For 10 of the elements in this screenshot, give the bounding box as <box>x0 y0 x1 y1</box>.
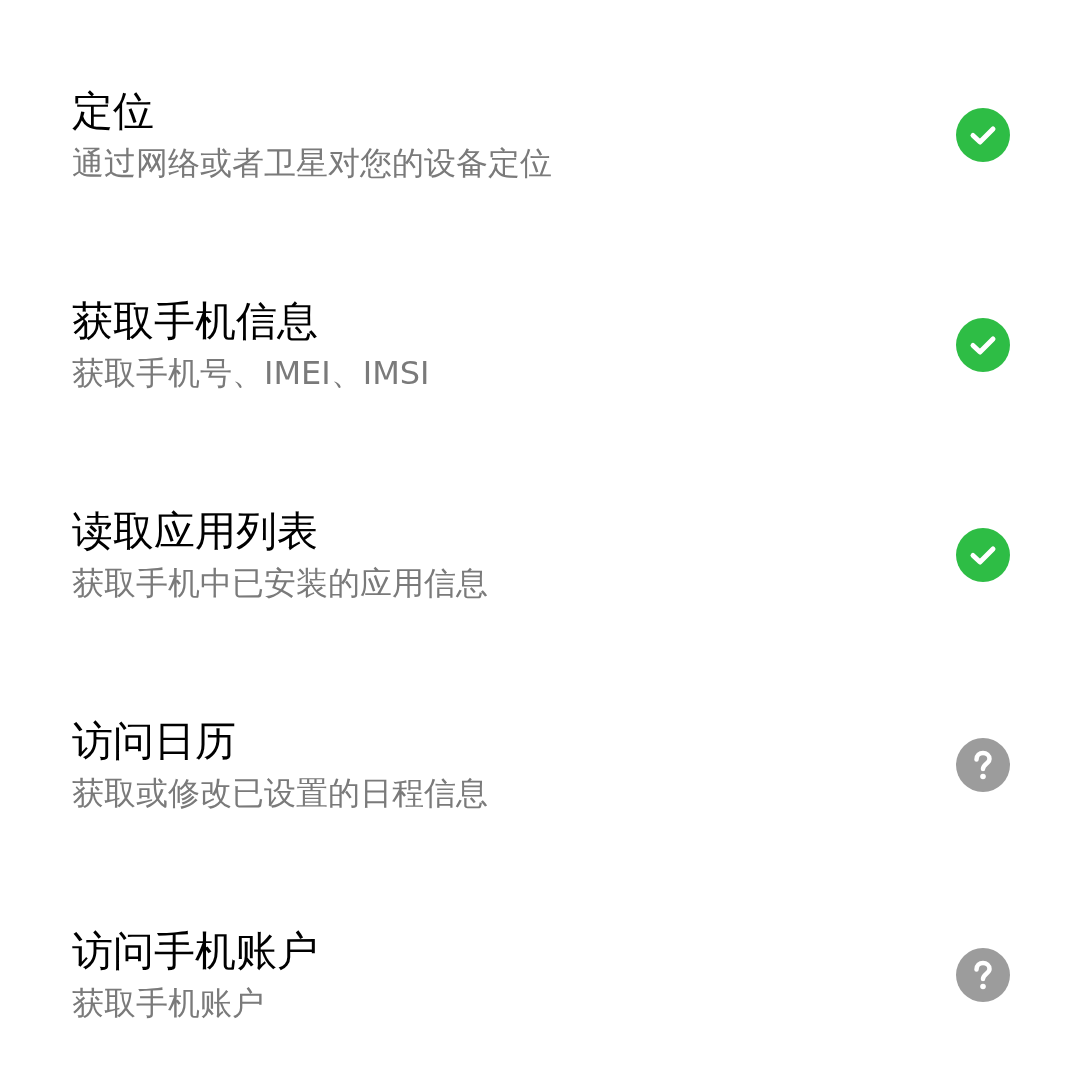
permission-title: 访问手机账户 <box>72 927 318 975</box>
permission-description: 通过网络或者卫星对您的设备定位 <box>72 143 552 183</box>
permission-description: 获取手机号、IMEI、IMSI <box>72 353 430 393</box>
permission-title: 定位 <box>72 87 154 135</box>
permission-title: 访问日历 <box>72 717 236 765</box>
permission-description: 获取手机账户 <box>72 983 264 1023</box>
permission-description: 获取或修改已设置的日程信息 <box>72 773 488 813</box>
permission-description: 获取手机中已安装的应用信息 <box>72 563 488 603</box>
permission-title: 获取手机信息 <box>72 297 318 345</box>
permission-title: 读取应用列表 <box>72 507 318 555</box>
